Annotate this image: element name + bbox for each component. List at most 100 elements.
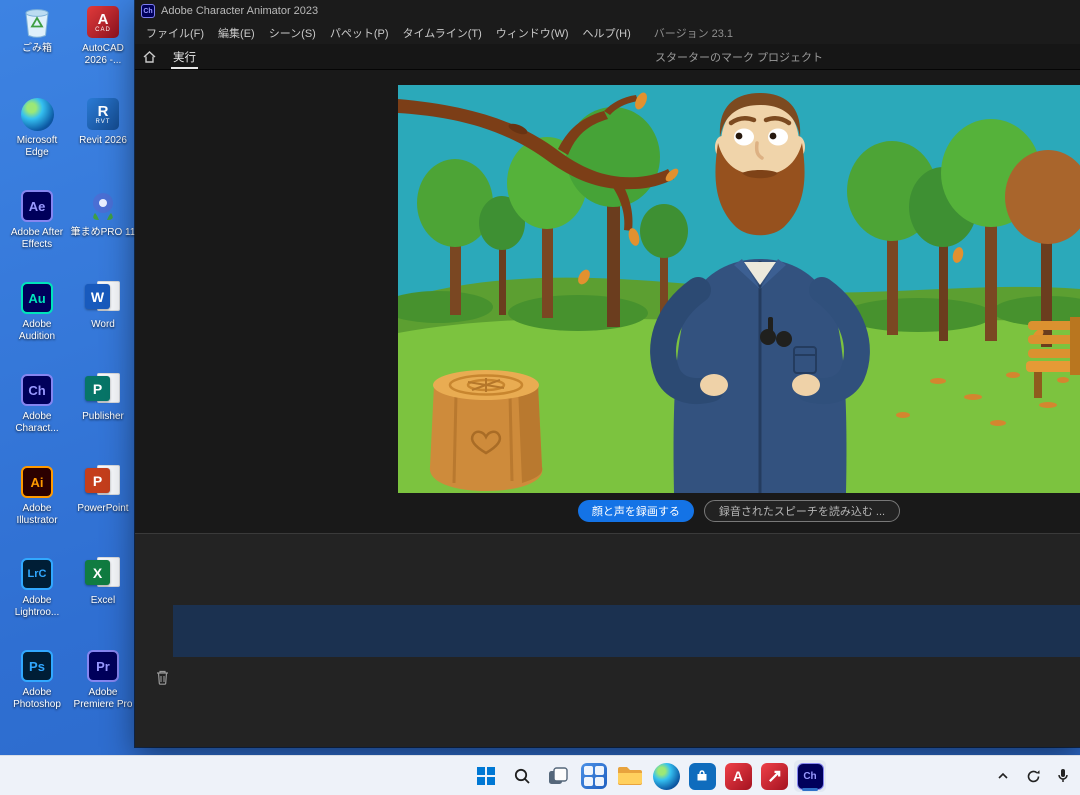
- edge-browser-button[interactable]: [650, 760, 682, 792]
- microphone-icon: [1056, 768, 1070, 784]
- character-animator-icon: Ch: [18, 372, 56, 408]
- revit-sub: RVT: [96, 119, 111, 125]
- recycle-bin-icon: [18, 4, 56, 40]
- menu-scene[interactable]: シーン(S): [262, 25, 323, 41]
- pinned-red-arrow-app-icon: [761, 763, 788, 790]
- character-animator-taskbar-button[interactable]: Ch: [794, 760, 826, 792]
- desktop-icon-lightroom[interactable]: LrC Adobe Lightroo...: [4, 556, 70, 648]
- desktop-icon-autocad[interactable]: A CAD AutoCAD 2026 -...: [70, 4, 136, 96]
- pinned-red-app-icon: A: [725, 763, 752, 790]
- excel-icon: X: [84, 556, 122, 592]
- screen: ごみ箱 A CAD AutoCAD 2026 -... Microsoft Ed…: [0, 0, 1080, 795]
- app-icon: Ch: [141, 4, 155, 18]
- desktop-icon-word[interactable]: W Word: [70, 280, 136, 372]
- desktop-icon-premiere[interactable]: Pr Adobe Premiere Pro: [70, 648, 136, 740]
- audition-icon: Au: [18, 280, 56, 316]
- search-button[interactable]: [506, 760, 538, 792]
- chevron-up-icon: [996, 769, 1010, 783]
- menu-puppet[interactable]: パペット(P): [323, 25, 396, 41]
- desktop-icon-character-animator[interactable]: Ch Adobe Charact...: [4, 372, 70, 464]
- project-title: スターターのマーク プロジェクト: [655, 49, 823, 65]
- menu-window[interactable]: ウィンドウ(W): [489, 25, 576, 41]
- file-explorer-icon: [617, 765, 643, 787]
- menu-file[interactable]: ファイル(F): [139, 25, 211, 41]
- search-icon: [513, 767, 531, 785]
- widgets-icon: [581, 763, 607, 789]
- desktop-icon-illustrator[interactable]: Ai Adobe Illustrator: [4, 464, 70, 556]
- desktop-icon-label: Adobe After Effects: [4, 227, 70, 250]
- desktop-icon-label: Word: [91, 319, 115, 331]
- desktop-icon-after-effects[interactable]: Ae Adobe After Effects: [4, 188, 70, 280]
- sync-icon: [1026, 769, 1041, 784]
- start-button[interactable]: [470, 760, 502, 792]
- revit-icon: R RVT: [84, 96, 122, 132]
- tray-microphone-button[interactable]: [1052, 762, 1074, 790]
- desktop-icon-label: Adobe Lightroo...: [4, 595, 70, 618]
- tree-stump: [430, 370, 542, 491]
- windows-logo-icon: [477, 767, 495, 785]
- desktop-icon-excel[interactable]: X Excel: [70, 556, 136, 648]
- desktop-icon-photoshop[interactable]: Ps Adobe Photoshop: [4, 648, 70, 740]
- pinned-app-1-button[interactable]: A: [722, 760, 754, 792]
- trash-icon[interactable]: [153, 668, 171, 686]
- desktop-icon-revit[interactable]: R RVT Revit 2026: [70, 96, 136, 188]
- load-recorded-speech-button[interactable]: 録音されたスピーチを読み込む ...: [704, 500, 900, 522]
- tray-chevron-up-button[interactable]: [992, 762, 1014, 790]
- desktop-icon-label: Revit 2026: [79, 135, 127, 147]
- taskbar-center-icons: A Ch: [468, 756, 828, 795]
- tray-sync-button[interactable]: [1022, 762, 1044, 790]
- widgets-button[interactable]: [578, 760, 610, 792]
- desktop-icon-label: Publisher: [82, 411, 124, 423]
- edge-icon: [18, 96, 56, 132]
- tab-record[interactable]: 実行: [163, 44, 206, 69]
- menu-edit[interactable]: 編集(E): [211, 25, 262, 41]
- system-tray: [992, 756, 1074, 795]
- desktop-icon-powerpoint[interactable]: P PowerPoint: [70, 464, 136, 556]
- desktop-icon-label: AutoCAD 2026 -...: [70, 43, 136, 66]
- character-animator-icon: Ch: [797, 763, 824, 790]
- pinned-app-2-button[interactable]: [758, 760, 790, 792]
- desktop-icon-label: Adobe Illustrator: [4, 503, 70, 526]
- file-explorer-button[interactable]: [614, 760, 646, 792]
- record-face-voice-button[interactable]: 顔と声を録画する: [578, 500, 694, 522]
- menu-timeline[interactable]: タイムライン(T): [396, 25, 489, 41]
- after-effects-icon: Ae: [18, 188, 56, 224]
- desktop-icon-label: PowerPoint: [77, 503, 128, 515]
- desktop-icon-recycle-bin[interactable]: ごみ箱: [4, 4, 70, 96]
- desktop-icon-label: Excel: [91, 595, 115, 607]
- running-app-indicator: [802, 788, 818, 791]
- desktop-icon-publisher[interactable]: P Publisher: [70, 372, 136, 464]
- premiere-icon: Pr: [84, 648, 122, 684]
- powerpoint-icon: P: [84, 464, 122, 500]
- window-title: Adobe Character Animator 2023: [161, 5, 318, 17]
- task-view-icon: [546, 764, 570, 788]
- desktop-icon-label: Microsoft Edge: [4, 135, 70, 158]
- store-button[interactable]: [686, 760, 718, 792]
- desktop-icon-audition[interactable]: Au Adobe Audition: [4, 280, 70, 372]
- illustrator-icon: Ai: [18, 464, 56, 500]
- desktop-icon-label: Adobe Charact...: [4, 411, 70, 434]
- timeline-panel: [135, 534, 1080, 747]
- scene-artwork: [398, 85, 1080, 493]
- task-view-button[interactable]: [542, 760, 574, 792]
- revit-glyph: R: [98, 104, 109, 119]
- word-icon: W: [84, 280, 122, 316]
- timeline-track[interactable]: [173, 605, 1080, 657]
- desktop-icon-fudemame[interactable]: 筆まめPRO 11: [70, 188, 136, 280]
- desktop-icon-label: ごみ箱: [22, 43, 52, 55]
- desktop-icon-label: 筆まめPRO 11: [71, 227, 136, 239]
- window-titlebar[interactable]: Ch Adobe Character Animator 2023: [135, 0, 1080, 22]
- tab-bar: 実行 スターターのマーク プロジェクト: [135, 44, 1080, 70]
- desktop-icon-label: Adobe Premiere Pro: [70, 687, 136, 710]
- menu-help[interactable]: ヘルプ(H): [576, 25, 638, 41]
- home-icon[interactable]: [135, 51, 163, 63]
- edge-icon: [653, 763, 680, 790]
- app-window: Ch Adobe Character Animator 2023 ファイル(F)…: [135, 0, 1080, 747]
- desktop-icon-edge[interactable]: Microsoft Edge: [4, 96, 70, 188]
- store-icon: [689, 763, 716, 790]
- content-area: 顔と声を録画する 録音されたスピーチを読み込む ...: [135, 70, 1080, 747]
- autocad-icon: A CAD: [84, 4, 122, 40]
- flower-icon: [84, 188, 122, 224]
- desktop-icon-label: Adobe Audition: [4, 319, 70, 342]
- scene-viewport[interactable]: [398, 85, 1080, 493]
